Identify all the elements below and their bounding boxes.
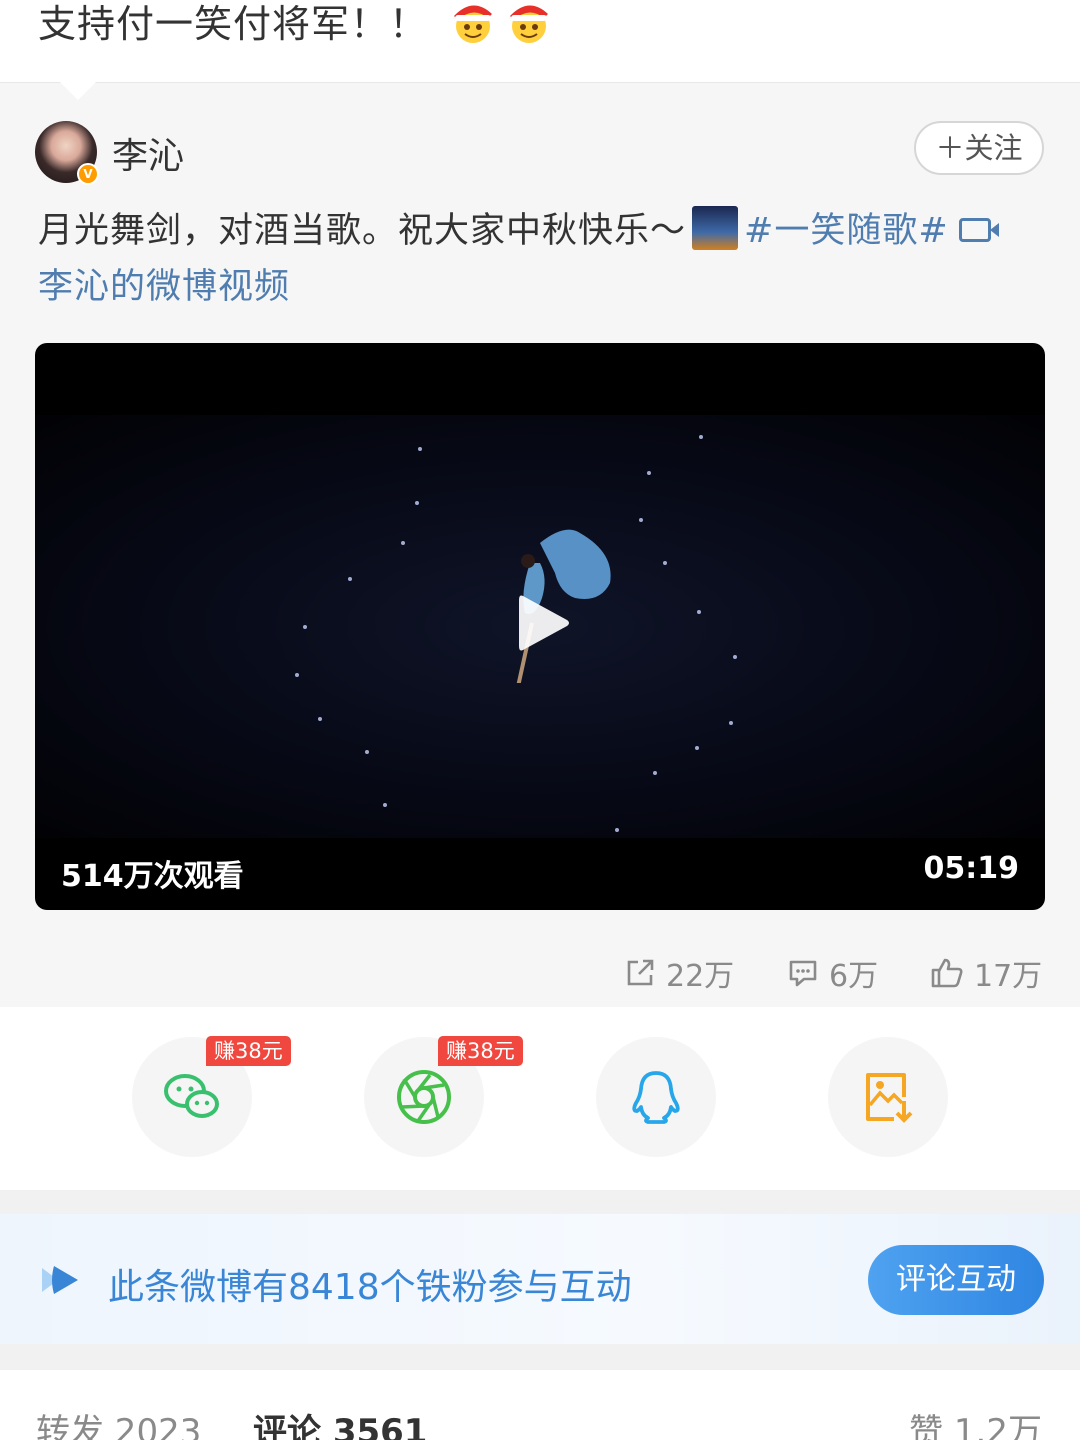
- section-divider: [0, 1344, 1080, 1370]
- santa-emoji-icon: [454, 5, 492, 43]
- thumbs-up-icon: [931, 958, 963, 988]
- post-text-main: 月光舞剑，对酒当歌。祝大家中秋快乐～: [38, 211, 687, 251]
- earn-badge: 赚38元: [206, 1036, 291, 1066]
- star: [348, 577, 352, 581]
- tab-reposts[interactable]: 转发 2023: [36, 1404, 201, 1440]
- qq-penguin-icon: [632, 1071, 680, 1124]
- comment-icon: [789, 960, 817, 987]
- share-row: 赚38元 赚38元: [0, 1007, 1080, 1190]
- section-divider: [0, 1190, 1080, 1214]
- like-count-label: 17万: [974, 959, 1043, 994]
- reposter-comment-text: 支持付一笑付将军！！: [38, 2, 429, 46]
- save-image-button[interactable]: [828, 1037, 948, 1157]
- video-duration: 05:19: [923, 851, 1020, 886]
- star: [697, 610, 701, 614]
- star: [733, 655, 737, 659]
- star: [729, 721, 733, 725]
- comment-count-label: 6万: [829, 959, 879, 994]
- card-notch: [60, 82, 96, 100]
- star: [639, 518, 643, 522]
- view-count: 514万次观看: [61, 859, 244, 894]
- follow-button[interactable]: ＋关注: [914, 121, 1044, 175]
- star: [695, 746, 699, 750]
- save-image-icon: [866, 1073, 913, 1123]
- comment-interact-button[interactable]: 评论互动: [868, 1245, 1044, 1315]
- fans-indicator-icon: [42, 1266, 78, 1294]
- share-qq-button[interactable]: [596, 1037, 716, 1157]
- verified-badge-icon: V: [77, 163, 99, 185]
- star: [401, 541, 405, 545]
- author-name[interactable]: 李沁: [112, 127, 184, 179]
- star: [663, 561, 667, 565]
- star: [415, 501, 419, 505]
- repost-count-label: 22万: [666, 959, 735, 994]
- original-post-card[interactable]: V 李沁 ＋关注 月光舞剑，对酒当歌。祝大家中秋快乐～ #一笑随歌# 李沁的微博视…: [0, 82, 1080, 1007]
- reposter-comment: 支持付一笑付将军！！: [0, 0, 1080, 82]
- earn-badge: 赚38元: [438, 1036, 523, 1066]
- hashtag-link[interactable]: #一笑随歌#: [744, 211, 949, 251]
- post-text: 月光舞剑，对酒当歌。祝大家中秋快乐～ #一笑随歌# 李沁的微博视频: [38, 203, 1048, 315]
- star: [303, 625, 307, 629]
- video-link[interactable]: 李沁的微博视频: [38, 267, 290, 307]
- moments-aperture-icon: [397, 1070, 451, 1124]
- star: [318, 717, 322, 721]
- tab-comments[interactable]: 评论 3561: [253, 1404, 427, 1440]
- play-icon[interactable]: [505, 588, 575, 658]
- star: [383, 803, 387, 807]
- tab-likes[interactable]: 赞 1.2万: [909, 1404, 1042, 1440]
- detail-tabs: 转发 2023 评论 3561 赞 1.2万: [0, 1370, 1080, 1440]
- star: [647, 471, 651, 475]
- video-player[interactable]: 514万次观看 05:19: [35, 343, 1045, 910]
- star: [295, 673, 299, 677]
- video-camera-icon: [958, 218, 999, 242]
- fans-banner-text: 此条微博有8418个铁粉参与互动: [108, 1267, 632, 1308]
- star: [615, 828, 619, 832]
- repost-count[interactable]: 22万: [624, 951, 734, 995]
- like-count[interactable]: 17万: [930, 951, 1042, 995]
- santa-emoji-icon: [510, 5, 548, 43]
- star: [418, 447, 422, 451]
- moon-image-icon: [692, 206, 739, 250]
- comment-count[interactable]: 6万: [787, 951, 878, 995]
- fans-interaction-banner[interactable]: 此条微博有8418个铁粉参与互动 评论互动: [0, 1214, 1080, 1344]
- star: [699, 435, 703, 439]
- wechat-icon: [164, 1074, 219, 1118]
- star: [365, 750, 369, 754]
- star: [653, 771, 657, 775]
- repost-icon: [627, 959, 654, 986]
